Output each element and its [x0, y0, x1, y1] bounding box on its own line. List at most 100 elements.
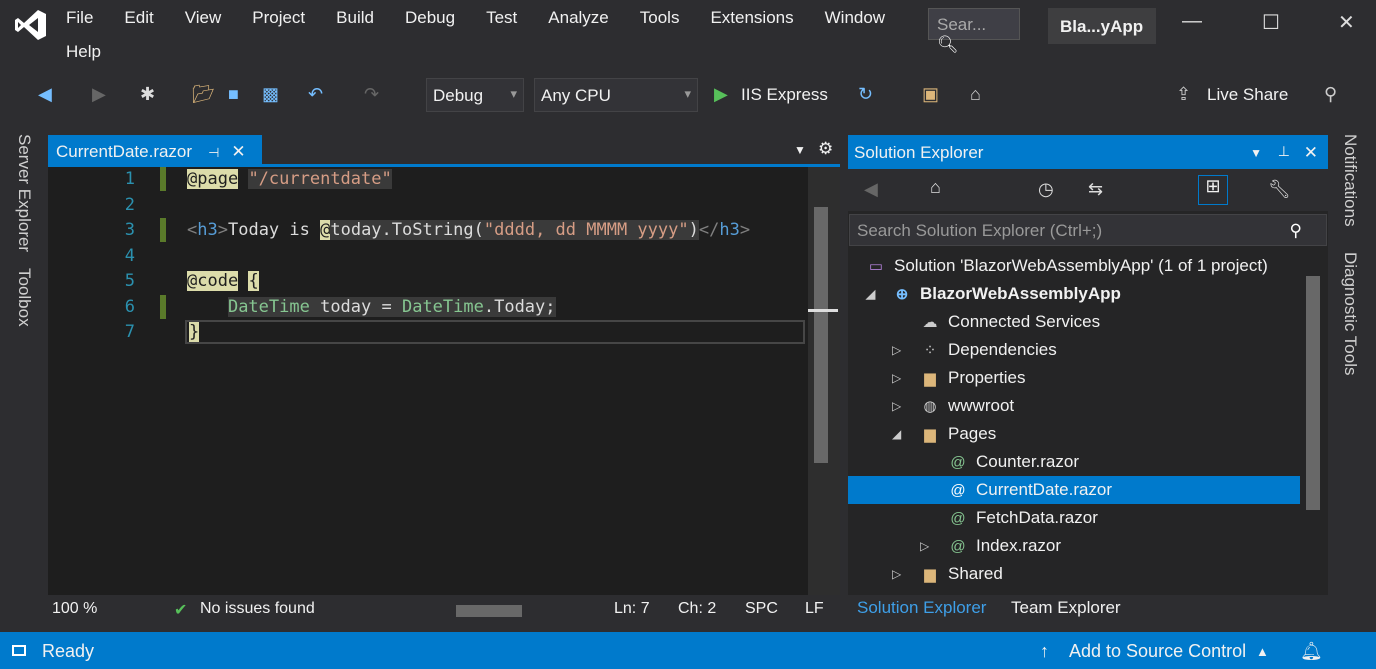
- menu-file[interactable]: File: [66, 8, 93, 28]
- tree-item-dependencies[interactable]: ▷ ⁘ Dependencies: [848, 336, 1300, 364]
- save-icon[interactable]: ■: [228, 84, 239, 105]
- redo-icon[interactable]: ↷: [364, 84, 379, 105]
- forward-icon[interactable]: ▶: [92, 84, 106, 105]
- horizontal-scrollbar[interactable]: [456, 605, 522, 617]
- run-target-button[interactable]: IIS Express: [741, 85, 828, 105]
- status-bar: Ready ↑ Add to Source Control ▲ 🔔︎: [0, 632, 1376, 669]
- pin-icon[interactable]: ⊣: [208, 145, 219, 160]
- tree-item-wwwroot[interactable]: ▷ ◍ wwwroot: [848, 392, 1300, 420]
- back-icon[interactable]: ◀: [864, 179, 878, 200]
- tab-dropdown-icon[interactable]: ▼: [794, 143, 806, 157]
- live-share-button[interactable]: Live Share: [1207, 85, 1288, 105]
- history-icon[interactable]: ◷: [1038, 179, 1054, 200]
- solution-explorer-scrollbar[interactable]: [1306, 276, 1320, 510]
- maximize-button[interactable]: ☐: [1262, 10, 1280, 35]
- solution-search-input[interactable]: Search Solution Explorer (Ctrl+;) ⚲: [849, 214, 1327, 246]
- collapsed-icon: ▷: [892, 371, 902, 385]
- razor-file-icon: @: [950, 482, 966, 499]
- dependencies-icon: ⁘: [923, 342, 937, 359]
- menu-tools[interactable]: Tools: [640, 8, 680, 28]
- collapsed-icon: ▷: [892, 567, 902, 581]
- tree-item-currentdate-razor[interactable]: @ CurrentDate.razor: [848, 476, 1300, 504]
- line-number: 3: [124, 220, 135, 240]
- change-marker: [160, 218, 166, 242]
- app-title: Bla...yApp: [1048, 8, 1156, 44]
- home-icon[interactable]: ⌂: [930, 177, 941, 198]
- share-icon[interactable]: ⇪: [1176, 84, 1191, 105]
- ready-icon: [12, 645, 26, 656]
- tab-label: CurrentDate.razor: [56, 142, 193, 161]
- cloud-icon: ☁: [922, 314, 938, 331]
- tree-item-pages[interactable]: ◢ ▆ Pages: [848, 420, 1300, 448]
- menu-analyze[interactable]: Analyze: [548, 8, 608, 28]
- close-tab-icon[interactable]: ✕: [231, 142, 245, 161]
- toolbox-tab[interactable]: Toolbox: [14, 268, 34, 327]
- panel-title: Solution Explorer: [854, 143, 984, 162]
- editor-status-bar: 100 % ✔ No issues found Ln: 7 Ch: 2 SPC …: [48, 595, 840, 623]
- dropdown-icon[interactable]: ▼: [1250, 146, 1262, 160]
- menu-help[interactable]: Help: [66, 42, 101, 62]
- close-window-button[interactable]: ✕: [1338, 10, 1355, 35]
- home-icon[interactable]: ⌂: [970, 84, 981, 105]
- razor-file-icon: @: [950, 454, 966, 471]
- tree-item-fetchdata-razor[interactable]: @ FetchData.razor: [848, 504, 1300, 532]
- notification-bell-icon[interactable]: 🔔︎: [1300, 641, 1323, 662]
- tree-item-project[interactable]: ◢ ⊕ BlazorWebAssemblyApp: [848, 280, 1300, 308]
- menu-extensions[interactable]: Extensions: [710, 8, 793, 28]
- tree-item-solution[interactable]: ▭ Solution 'BlazorWebAssemblyApp' (1 of 1…: [848, 252, 1300, 280]
- menu-debug[interactable]: Debug: [405, 8, 455, 28]
- properties-wrench-icon[interactable]: 🔧︎: [1268, 179, 1291, 200]
- tree-item-shared[interactable]: ▷ ▆ Shared: [848, 560, 1300, 588]
- line-number: 1: [124, 169, 135, 189]
- status-text: Ready: [42, 641, 95, 661]
- menu-project[interactable]: Project: [252, 8, 305, 28]
- solution-explorer-toolbar: ◀ ⌂ ◷ ⇆ ⊞ 🔧︎: [848, 169, 1328, 211]
- show-all-files-icon[interactable]: ⊞: [1198, 175, 1228, 205]
- zoom-select[interactable]: 100 %: [52, 600, 97, 618]
- refresh-icon[interactable]: ↻: [858, 84, 873, 105]
- tab-currentdate-razor[interactable]: CurrentDate.razor ⊣ ✕: [48, 135, 262, 167]
- tree-item-index-razor[interactable]: ▷ @ Index.razor: [848, 532, 1300, 560]
- pin-icon[interactable]: ⊥: [1278, 143, 1290, 160]
- caret-up-icon[interactable]: ▲: [1256, 644, 1269, 659]
- browse-icon[interactable]: ▣: [922, 84, 939, 105]
- settings-gear-icon[interactable]: ⚙: [818, 139, 833, 159]
- tab-team-explorer[interactable]: Team Explorer: [1011, 598, 1121, 618]
- notifications-tab[interactable]: Notifications: [1340, 134, 1360, 227]
- menu-test[interactable]: Test: [486, 8, 517, 28]
- tree-item-connected-services[interactable]: ☁ Connected Services: [848, 308, 1300, 336]
- search-input[interactable]: Sear... 🔍︎: [928, 8, 1020, 54]
- undo-icon[interactable]: ↶: [308, 84, 323, 105]
- spacing-indicator[interactable]: SPC: [745, 600, 778, 618]
- issues-status[interactable]: No issues found: [200, 600, 315, 618]
- eol-indicator[interactable]: LF: [805, 600, 824, 618]
- solution-explorer-header: Solution Explorer ✕ ⊥ ▼: [848, 135, 1328, 169]
- configuration-select[interactable]: Debug: [426, 78, 524, 112]
- platform-select[interactable]: Any CPU: [534, 78, 698, 112]
- menu-edit[interactable]: Edit: [124, 8, 153, 28]
- menu-window[interactable]: Window: [825, 8, 885, 28]
- tree-item-properties[interactable]: ▷ ▆ Properties: [848, 364, 1300, 392]
- editor-vertical-scrollbar[interactable]: [808, 167, 840, 595]
- code-editor[interactable]: [48, 135, 840, 623]
- menu-build[interactable]: Build: [336, 8, 374, 28]
- feedback-icon[interactable]: ⚲: [1324, 84, 1337, 105]
- tab-solution-explorer[interactable]: Solution Explorer: [857, 598, 986, 618]
- open-icon[interactable]: 📂︎: [192, 84, 215, 105]
- diagnostic-tools-tab[interactable]: Diagnostic Tools: [1340, 252, 1360, 375]
- solution-explorer-tabs: Solution Explorer Team Explorer: [848, 595, 1328, 623]
- close-panel-icon[interactable]: ✕: [1304, 143, 1318, 163]
- line-number: 7: [124, 322, 135, 342]
- sync-icon[interactable]: ⇆: [1088, 179, 1103, 200]
- back-icon[interactable]: ◀: [38, 84, 52, 105]
- add-to-source-control-button[interactable]: Add to Source Control: [1069, 641, 1246, 662]
- collapsed-icon: ▷: [920, 539, 930, 553]
- save-all-icon[interactable]: ▩: [262, 84, 279, 105]
- menu-view[interactable]: View: [185, 8, 222, 28]
- tree-item-counter-razor[interactable]: @ Counter.razor: [848, 448, 1300, 476]
- run-icon[interactable]: ▶: [714, 84, 728, 105]
- minimize-button[interactable]: —: [1182, 10, 1202, 33]
- server-explorer-tab[interactable]: Server Explorer: [14, 134, 34, 252]
- new-item-icon[interactable]: ✱: [140, 84, 155, 105]
- razor-file-icon: @: [950, 538, 966, 555]
